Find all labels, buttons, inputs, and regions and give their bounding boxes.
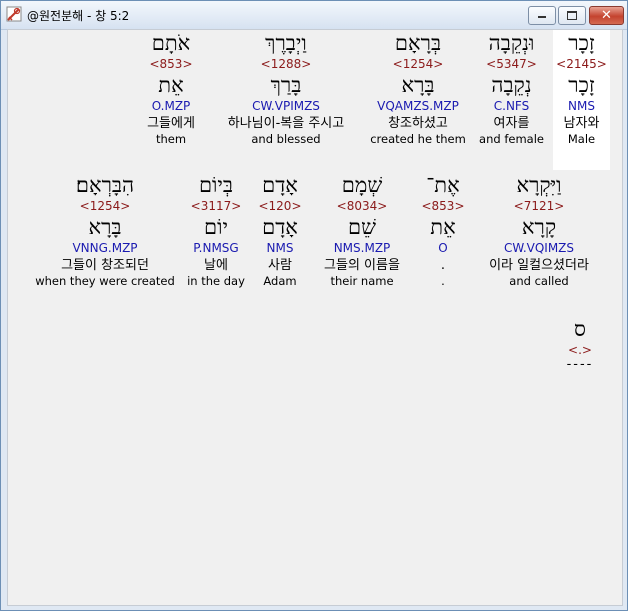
lemma-word: אֵת xyxy=(158,73,184,97)
maximize-icon xyxy=(567,11,577,20)
parse-code: NMS.MZP xyxy=(333,241,391,255)
title-bar[interactable]: @원전분해 - 창 5:2 ✕ xyxy=(1,1,627,30)
english-gloss: and called xyxy=(509,274,569,288)
english-gloss: their name xyxy=(330,274,394,288)
lemma-word: נְקֵבָה xyxy=(491,73,532,97)
parse-code: CW.VPIMZS xyxy=(252,99,320,113)
word-block[interactable]: בְּיוֹם <3117> יוֹם P.NMSG 날에 in the day xyxy=(180,172,252,289)
lemma-word: זָכָר xyxy=(568,73,595,97)
parse-code: C.NFS xyxy=(493,99,530,113)
hebrew-word: אֹתָם xyxy=(151,31,191,55)
hebrew-word: אֶת־ xyxy=(426,173,460,197)
english-gloss: them xyxy=(155,132,187,146)
english-gloss: when they were created xyxy=(35,274,175,288)
close-icon: ✕ xyxy=(601,8,612,23)
lemma-word: אָדָם xyxy=(262,215,298,239)
lemma-word: בָּרַךְ xyxy=(270,73,302,97)
hebrew-word: בְּיוֹם xyxy=(198,173,234,197)
english-gloss: Adam xyxy=(263,274,297,288)
strong-number[interactable]: <5347> xyxy=(474,57,549,71)
word-block[interactable]: וַיְבָרֶךְ <1288> בָּרַךְ CW.VPIMZS 하나님이… xyxy=(212,30,360,147)
english-gloss: created he them xyxy=(370,132,466,146)
app-window: @원전분해 - 창 5:2 ✕ זָכָר <2145> זָכָר NMS 남… xyxy=(0,0,628,611)
english-gloss: . xyxy=(441,274,445,288)
parse-code: VNNG.MZP xyxy=(72,241,138,255)
lemma-word: אֵת xyxy=(430,215,456,239)
strong-number[interactable]: <2145> xyxy=(553,57,610,71)
app-logo-icon xyxy=(6,6,22,22)
hebrew-word: וַיְבָרֶךְ xyxy=(265,31,307,55)
strong-number[interactable]: <1254> xyxy=(366,57,470,71)
lemma-word: קָרָא xyxy=(521,215,557,239)
lemma-word: בָּרָא xyxy=(401,73,435,97)
lemma-word: בָּרָא xyxy=(88,215,122,239)
minimize-button[interactable] xyxy=(528,6,556,25)
korean-gloss: . xyxy=(440,258,446,273)
korean-gloss: 사람 xyxy=(268,258,292,273)
korean-gloss: 그들이 창조되던 xyxy=(61,258,149,273)
word-block[interactable]: אָדָם <120> אָדָם NMS 사람 Adam xyxy=(252,172,308,289)
korean-gloss: 여자를 xyxy=(493,116,530,131)
lemma-word: שֵׁם xyxy=(348,215,376,239)
korean-gloss: 남자와 xyxy=(563,116,600,131)
strong-number[interactable]: <1288> xyxy=(212,57,360,71)
korean-gloss: 날에 xyxy=(204,258,228,273)
korean-gloss: 하나님이-복을 주시고 xyxy=(227,116,345,131)
word-block[interactable]: אֹתָם <853> אֵת O.MZP 그들에게 them xyxy=(136,30,206,147)
minimize-icon xyxy=(538,16,546,18)
parse-code: NMS xyxy=(266,241,294,255)
english-gloss: and blessed xyxy=(251,132,321,146)
korean-gloss: 그들의 이름을 xyxy=(324,258,400,273)
korean-gloss: 창조하셨고 xyxy=(388,116,448,131)
window-title: @원전분해 - 창 5:2 xyxy=(27,9,130,23)
parse-code: NMS xyxy=(568,99,595,113)
korean-gloss: 이라 일컬으셨더라 xyxy=(489,258,589,273)
english-gloss: Male xyxy=(567,132,596,146)
english-gloss: in the day xyxy=(187,274,245,288)
strong-number[interactable]: <853> xyxy=(136,57,206,71)
maximize-button[interactable] xyxy=(558,6,586,25)
hebrew-word: הִבָּרְאָם׃ xyxy=(75,173,135,197)
interlinear-panel: זָכָר <2145> זָכָר NMS 남자와 Male וּנְקֵבָ… xyxy=(7,29,623,606)
strong-number[interactable]: <120> xyxy=(252,199,308,213)
parse-code: P.NMSG xyxy=(193,241,239,255)
strong-number[interactable]: <8034> xyxy=(314,199,410,213)
strong-number[interactable]: <853> xyxy=(412,199,474,213)
korean-gloss: 그들에게 xyxy=(147,116,195,131)
parse-code: O.MZP xyxy=(151,99,191,113)
parse-code: CW.VQIMZS xyxy=(503,241,575,255)
close-button[interactable]: ✕ xyxy=(589,6,624,25)
parse-code: VQAMZS.MZP xyxy=(377,99,459,113)
hebrew-word: שְׁמָם xyxy=(341,173,383,197)
hebrew-word: וּנְקֵבָה xyxy=(488,31,535,55)
hebrew-word: ס xyxy=(574,317,586,341)
strong-number[interactable]: <3117> xyxy=(180,199,252,213)
word-block[interactable]: בְּרָאָם <1254> בָּרָא VQAMZS.MZP 창조하셨고 … xyxy=(366,30,470,147)
hebrew-word: וַיִּקְרָא xyxy=(516,173,562,197)
parse-code: O xyxy=(438,241,448,255)
word-block-selected[interactable]: זָכָר <2145> זָכָר NMS 남자와 Male xyxy=(553,30,610,170)
lemma-word: יוֹם xyxy=(204,215,228,239)
word-block[interactable]: הִבָּרְאָם׃ <1254> בָּרָא VNNG.MZP 그들이 창… xyxy=(32,172,178,289)
hebrew-word: אָדָם xyxy=(262,173,298,197)
english-gloss: and female xyxy=(479,132,544,146)
strong-number[interactable]: <7121> xyxy=(474,199,604,213)
hebrew-word: זָכָר xyxy=(568,31,595,55)
word-block[interactable]: שְׁמָם <8034> שֵׁם NMS.MZP 그들의 이름을 their… xyxy=(314,172,410,289)
word-block[interactable]: וּנְקֵבָה <5347> נְקֵבָה C.NFS 여자를 and f… xyxy=(474,30,549,147)
separator-dashes: ---- xyxy=(566,357,594,372)
word-block[interactable]: ס <.> ---- xyxy=(560,316,600,372)
strong-number[interactable]: <.> xyxy=(560,343,600,357)
strong-number[interactable]: <1254> xyxy=(32,199,178,213)
word-block[interactable]: וַיִּקְרָא <7121> קָרָא CW.VQIMZS 이라 일컬으… xyxy=(474,172,604,289)
hebrew-word: בְּרָאָם xyxy=(394,31,442,55)
word-block[interactable]: אֶת־ <853> אֵת O . . xyxy=(412,172,474,289)
